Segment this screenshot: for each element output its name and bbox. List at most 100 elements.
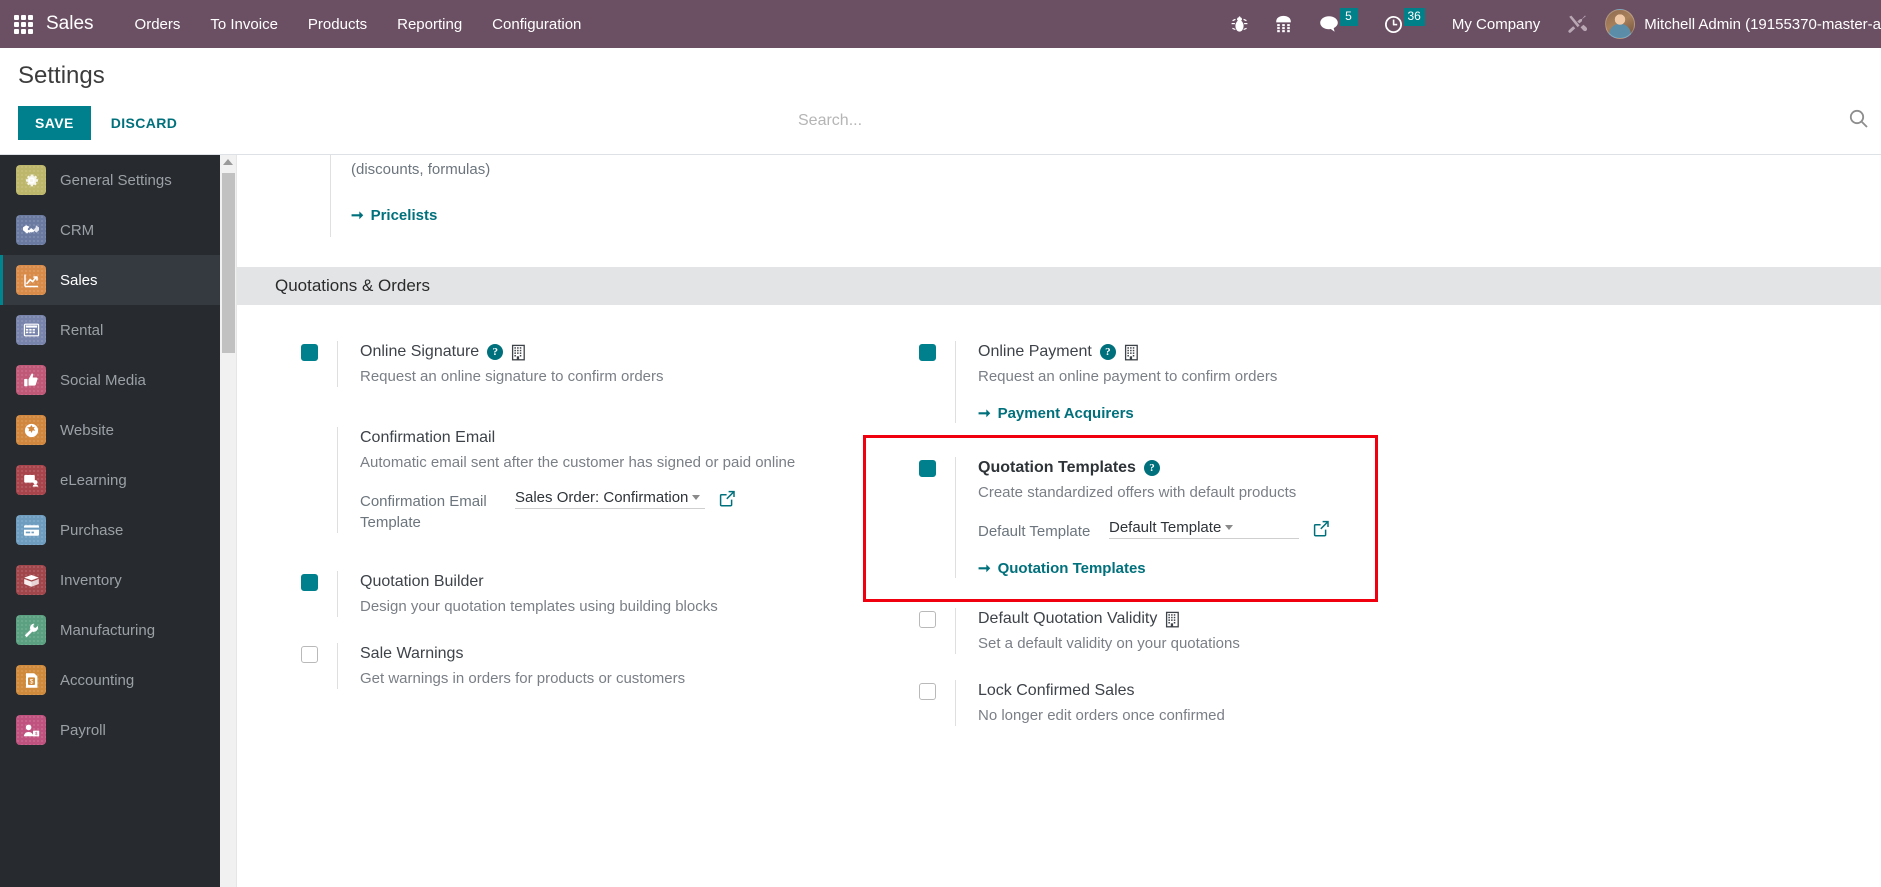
action-buttons: SAVE DISCARD: [18, 106, 191, 140]
sidebar-item-label: Manufacturing: [60, 621, 156, 639]
setting-sale-warnings: Sale Warnings Get warnings in orders for…: [279, 621, 869, 693]
chevron-down-icon[interactable]: [692, 495, 701, 500]
sidebar-item-elearning[interactable]: eLearning: [0, 455, 220, 505]
setting-title-row: Quotation Templates ?: [978, 457, 1487, 479]
payment-acquirers-link[interactable]: ➞ Payment Acquirers: [978, 404, 1134, 423]
wrench-icon: [16, 615, 46, 645]
sale-warnings-desc: Get warnings in orders for products or c…: [360, 670, 686, 687]
save-button[interactable]: SAVE: [18, 106, 91, 140]
chevron-down-icon[interactable]: [1225, 525, 1234, 530]
lock-confirmed-sales-desc: No longer edit orders once confirmed: [978, 707, 1225, 724]
tools-icon[interactable]: [1554, 0, 1601, 48]
confirmation-email-template-field: Confirmation Email Template Sales Order:…: [360, 489, 869, 533]
menu-reporting[interactable]: Reporting: [382, 0, 477, 48]
phone-keypad-icon[interactable]: [1261, 0, 1306, 48]
search-input[interactable]: [798, 111, 1839, 130]
default-quotation-validity-desc: Set a default validity on your quotation…: [978, 635, 1240, 652]
clock-icon: [1384, 15, 1402, 33]
sidebar-item-label: Social Media: [60, 371, 146, 389]
setting-body: Quotation Builder Design your quotation …: [337, 571, 869, 617]
activities-counter[interactable]: 36: [1371, 0, 1438, 48]
scrollbar-thumb[interactable]: [222, 173, 235, 353]
sidebar-item-label: Accounting: [60, 671, 135, 689]
sidebar-item-purchase[interactable]: Purchase: [0, 505, 220, 555]
online-payment-desc: Request an online payment to confirm ord…: [978, 368, 1278, 385]
external-link-icon[interactable]: [1313, 519, 1330, 542]
messages-badge: 5: [1339, 8, 1358, 26]
navbar-right-group: 5 36 My Company Mitchell Admin (19155370…: [1218, 0, 1881, 48]
external-link-icon[interactable]: [719, 489, 736, 512]
sale-warnings-checkbox[interactable]: [301, 646, 318, 663]
online-signature-checkbox[interactable]: [301, 344, 318, 361]
confirmation-email-template-input[interactable]: Sales Order: Confirmation: [515, 489, 705, 509]
sidebar-item-label: Purchase: [60, 521, 124, 539]
question-mark-icon[interactable]: ?: [1143, 460, 1160, 476]
confirmation-email-template-label: Confirmation Email Template: [360, 493, 487, 531]
search-icon[interactable]: [1849, 109, 1868, 133]
setting-title-row: Online Payment ?: [978, 341, 1487, 363]
arrow-right-icon: ➞: [978, 405, 991, 422]
apps-grid-icon[interactable]: [0, 0, 46, 48]
checkbox-cell: [897, 680, 955, 726]
elearning-icon: [16, 465, 46, 495]
menu-products[interactable]: Products: [293, 0, 382, 48]
pricelists-link[interactable]: ➞ Pricelists: [351, 206, 437, 225]
quotation-templates-checkbox[interactable]: [919, 460, 936, 477]
avatar: [1605, 9, 1636, 39]
confirmation-email-template-value: Sales Order: Confirmation: [515, 489, 689, 506]
settings-scrollbar[interactable]: [220, 155, 237, 887]
scroll-up-arrow-icon[interactable]: [223, 159, 233, 165]
question-mark-icon[interactable]: ?: [1099, 344, 1116, 360]
menu-orders[interactable]: Orders: [120, 0, 196, 48]
setting-quotation-builder: Quotation Builder Design your quotation …: [279, 537, 869, 621]
invoice-icon: $: [16, 665, 46, 695]
checkbox-cell: [279, 571, 337, 617]
page-title: Settings: [18, 62, 105, 89]
menu-configuration[interactable]: Configuration: [477, 0, 596, 48]
user-name-label: Mitchell Admin (19155370-master-a: [1644, 15, 1881, 33]
building-icon[interactable]: [1124, 344, 1139, 361]
sidebar-item-inventory[interactable]: Inventory: [0, 555, 220, 605]
question-mark-icon[interactable]: ?: [487, 344, 504, 360]
building-icon[interactable]: [511, 344, 526, 361]
settings-sidebar: General Settings CRM Sales Rental Social…: [0, 155, 220, 887]
sidebar-item-sales[interactable]: Sales: [0, 255, 220, 305]
online-payment-checkbox[interactable]: [919, 344, 936, 361]
sidebar-item-accounting[interactable]: $ Accounting: [0, 655, 220, 705]
quotation-templates-link[interactable]: ➞ Quotation Templates: [978, 559, 1146, 578]
discard-button[interactable]: DISCARD: [97, 106, 192, 140]
calendar-icon: [16, 315, 46, 345]
sidebar-item-crm[interactable]: CRM: [0, 205, 220, 255]
menu-to-invoice[interactable]: To Invoice: [195, 0, 293, 48]
sidebar-item-general-settings[interactable]: General Settings: [0, 155, 220, 205]
sidebar-item-payroll[interactable]: $ Payroll: [0, 705, 220, 755]
default-quotation-validity-checkbox[interactable]: [919, 611, 936, 628]
sidebar-item-label: eLearning: [60, 471, 127, 489]
chart-up-icon: [16, 265, 46, 295]
building-icon[interactable]: [1165, 611, 1180, 628]
default-template-input[interactable]: Default Template: [1109, 519, 1299, 539]
user-menu[interactable]: Mitchell Admin (19155370-master-a: [1601, 9, 1881, 39]
bug-icon[interactable]: [1218, 0, 1261, 48]
sidebar-item-manufacturing[interactable]: Manufacturing: [0, 605, 220, 655]
handshake-icon: [16, 215, 46, 245]
lock-confirmed-sales-title: Lock Confirmed Sales: [978, 682, 1135, 699]
sidebar-item-website[interactable]: Website: [0, 405, 220, 455]
setting-body: Sale Warnings Get warnings in orders for…: [337, 643, 869, 689]
messages-counter[interactable]: 5: [1306, 0, 1371, 48]
search-bar[interactable]: [798, 104, 1868, 138]
lock-confirmed-sales-checkbox[interactable]: [919, 683, 936, 700]
sidebar-item-label: CRM: [60, 221, 95, 239]
payroll-icon: $: [16, 715, 46, 745]
svg-text:$: $: [29, 678, 33, 685]
settings-grid: Online Signature ? Request an online sig…: [237, 305, 1881, 730]
company-switcher[interactable]: My Company: [1438, 16, 1554, 33]
setting-body: Online Signature ? Request an online sig…: [337, 341, 869, 387]
sidebar-item-rental[interactable]: Rental: [0, 305, 220, 355]
sidebar-item-social-media[interactable]: Social Media: [0, 355, 220, 405]
default-template-label: Default Template: [978, 523, 1091, 540]
quotation-templates-link-label: Quotation Templates: [997, 559, 1146, 577]
quotation-builder-checkbox[interactable]: [301, 574, 318, 591]
setting-confirmation-email: Confirmation Email Automatic email sent …: [279, 391, 869, 537]
app-brand-name[interactable]: Sales: [46, 13, 120, 35]
